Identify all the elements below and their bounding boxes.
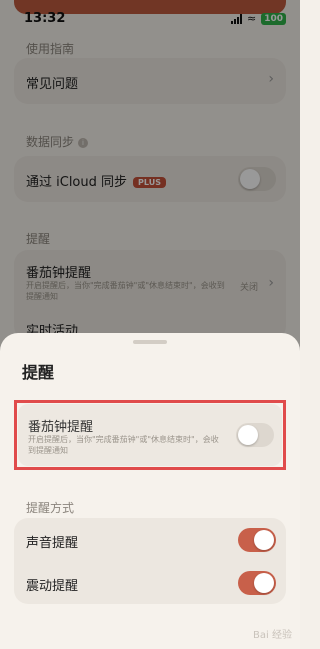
sound-label: 声音提醒	[26, 536, 79, 551]
method-card: 声音提醒 震动提醒	[14, 518, 286, 604]
sound-row[interactable]: 声音提醒	[14, 518, 286, 561]
baidu-watermark: Bai 经验	[253, 630, 292, 641]
vibrate-toggle[interactable]	[238, 571, 276, 595]
sheet-grabber[interactable]	[133, 340, 167, 344]
sound-toggle[interactable]	[238, 528, 276, 552]
sheet-title: 提醒	[22, 363, 55, 382]
reminder-sheet: 提醒 番茄钟提醒 开启提醒后，当你"完成番茄钟"或"休息结束时"，会收到提醒通知…	[0, 333, 300, 649]
section-method-label: 提醒方式	[26, 501, 75, 515]
vibrate-label: 震动提醒	[26, 579, 79, 594]
highlight-frame	[14, 400, 286, 470]
vibrate-row[interactable]: 震动提醒	[14, 561, 286, 604]
